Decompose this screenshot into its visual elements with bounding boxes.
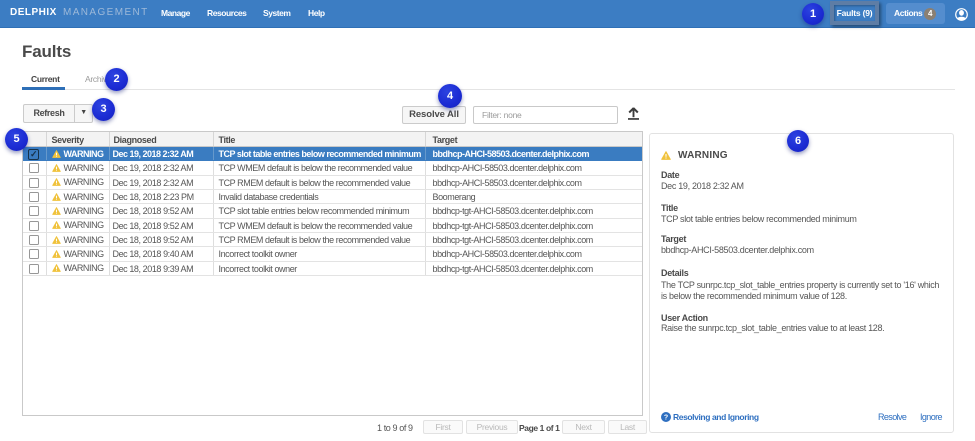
svg-text:?: ? <box>664 413 668 421</box>
